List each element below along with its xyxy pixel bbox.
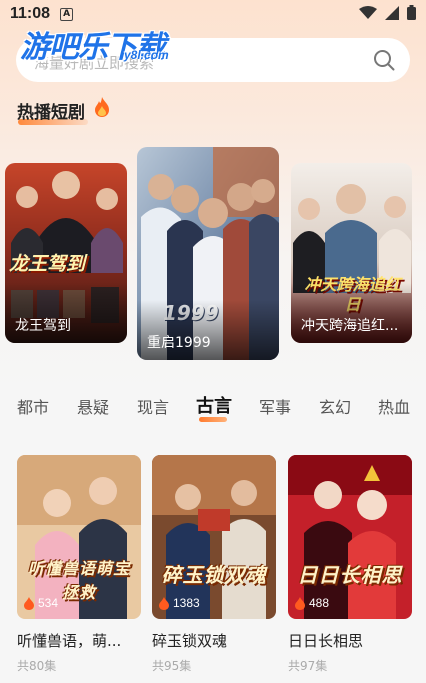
status-time: 11:08	[10, 5, 51, 22]
drama-title: 听懂兽语，萌...	[17, 632, 122, 650]
hot-card-title: 龙王驾到	[15, 318, 71, 334]
hot-card[interactable]: 冲天跨海追红日 冲天跨海追红...	[291, 163, 412, 343]
episode-count: 共95集	[152, 659, 192, 673]
battery-icon	[407, 5, 416, 20]
section-title: 热播短剧	[17, 103, 85, 123]
poster-image	[288, 455, 412, 619]
flame-icon	[159, 596, 169, 610]
active-tab-indicator	[199, 417, 227, 422]
brand-logo-domain: y8l.com	[124, 48, 169, 62]
tab-rexue[interactable]: 热血	[378, 394, 410, 418]
heat-counter: 1383	[158, 596, 200, 610]
hot-card[interactable]: 1999 重启1999	[137, 147, 279, 360]
drama-thumbnail[interactable]: 日日长相思 488	[288, 455, 412, 619]
heat-value: 1383	[173, 596, 200, 610]
tab-dushi[interactable]: 都市	[17, 394, 49, 418]
heat-value: 488	[309, 596, 330, 610]
heat-counter: 534	[23, 596, 58, 610]
heat-counter: 488	[294, 596, 329, 610]
poster-title-art: 龙王驾到	[9, 253, 86, 275]
drama-title: 日日长相思	[288, 632, 364, 650]
drama-title: 碎玉锁双魂	[152, 632, 228, 650]
hot-card-title: 重启1999	[147, 335, 211, 351]
tab-xuanyi[interactable]: 悬疑	[77, 394, 109, 418]
flame-icon	[295, 596, 305, 610]
episode-count: 共80集	[17, 659, 57, 673]
drama-card[interactable]: 日日长相思 488 日日长相思 共97集	[288, 455, 412, 674]
tab-xuanhuan[interactable]: 玄幻	[319, 394, 351, 418]
heat-value: 534	[38, 596, 59, 610]
poster-title-art: 碎玉锁双魂	[161, 563, 267, 587]
search-icon[interactable]	[372, 48, 396, 72]
drama-thumbnail[interactable]: 听懂兽语萌宝拯救 534	[17, 455, 141, 619]
tab-junshi[interactable]: 军事	[259, 394, 291, 418]
fire-icon	[95, 97, 109, 117]
episode-count: 共97集	[288, 659, 328, 673]
poster-title-art: 日日长相思	[297, 563, 403, 587]
drama-card[interactable]: 听懂兽语萌宝拯救 534 听懂兽语，萌... 共80集	[17, 455, 141, 674]
tab-guyan[interactable]: 古言	[196, 392, 232, 418]
hot-card-title: 冲天跨海追红...	[301, 318, 399, 334]
notification-icon: A	[60, 7, 74, 21]
signal-icon	[385, 5, 399, 20]
drama-card[interactable]: 碎玉锁双魂 1383 碎玉锁双魂 共95集	[152, 455, 276, 674]
status-icons	[359, 5, 416, 20]
flame-icon	[24, 596, 34, 610]
poster-image	[152, 455, 276, 619]
tab-xianyan[interactable]: 现言	[137, 394, 169, 418]
hot-card[interactable]: 龙王驾到 龙王驾到	[5, 163, 127, 343]
wifi-icon	[359, 5, 377, 19]
drama-thumbnail[interactable]: 碎玉锁双魂 1383	[152, 455, 276, 619]
